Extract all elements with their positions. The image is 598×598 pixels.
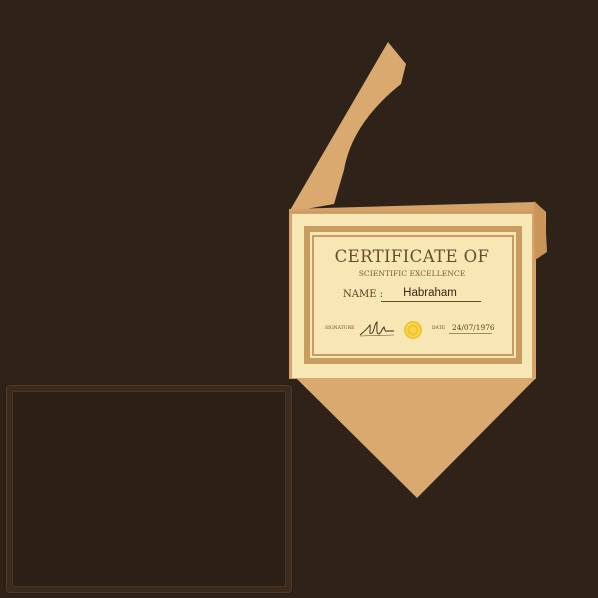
certificate[interactable]: CERTIFICATE OF SCIENTIFIC EXCELLENCE NAM… <box>292 214 532 378</box>
date-value: 24/07/1976 <box>452 323 495 332</box>
empty-picture-frame[interactable] <box>6 385 292 593</box>
signature-label: SIGNATURE <box>325 326 355 331</box>
gold-seal-icon <box>404 321 422 339</box>
name-label: NAME : <box>343 289 384 300</box>
envelope-side-tab <box>534 201 547 260</box>
envelope-bottom-flap <box>296 378 536 498</box>
date-underline <box>449 333 492 334</box>
game-scene: CERTIFICATE OF SCIENTIFIC EXCELLENCE NAM… <box>0 0 598 598</box>
envelope-top-flap <box>289 42 406 212</box>
signature-scribble <box>359 321 395 337</box>
certificate-subtitle: SCIENTIFIC EXCELLENCE <box>358 269 466 278</box>
name-value: Habraham <box>403 287 457 299</box>
name-underline <box>381 301 481 302</box>
date-label: DATE <box>432 326 446 331</box>
certificate-title: CERTIFICATE OF <box>334 247 490 266</box>
